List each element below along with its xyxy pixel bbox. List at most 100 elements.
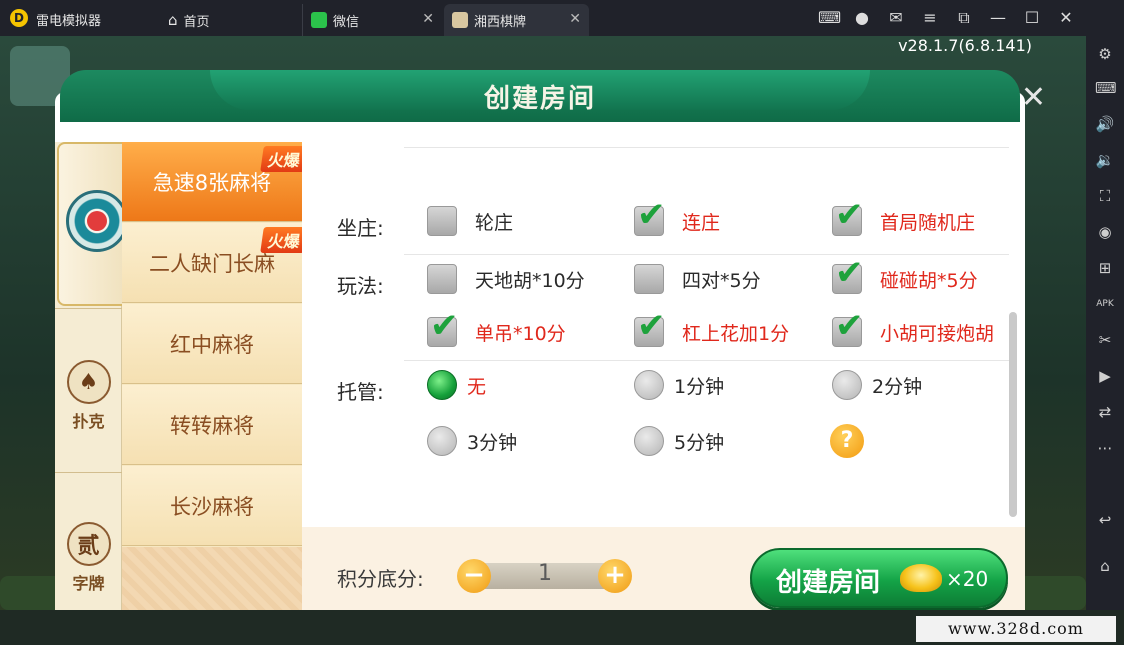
option-auto-2min[interactable]: 2分钟 (832, 370, 922, 400)
score-label: 积分底分: (337, 567, 424, 591)
category-poker[interactable]: ♠ 扑克 (55, 360, 122, 432)
create-room-button-label: 创建房间 (776, 568, 881, 598)
keyboard-icon[interactable]: ⌨ (1095, 78, 1117, 98)
more-icon[interactable]: ⋯ (1095, 438, 1115, 458)
checkbox[interactable] (427, 264, 457, 294)
category-zipai[interactable]: 贰 字牌 (55, 522, 122, 594)
record-icon[interactable]: ◉ (1095, 222, 1115, 242)
game-item-jisu8[interactable]: 急速8张麻将 火爆 (122, 142, 308, 222)
option-gangshanghua[interactable]: 杠上花加1分 (634, 306, 789, 347)
score-value: 1 (538, 561, 552, 586)
volume-down-icon[interactable]: 🔉 (1095, 150, 1115, 170)
checkbox[interactable] (427, 206, 457, 236)
option-auto-1min[interactable]: 1分钟 (634, 370, 724, 400)
tab-wechat[interactable]: 微信 ✕ (302, 4, 442, 36)
hot-badge: 火爆 (260, 146, 308, 172)
tile-character-icon: 贰 (66, 522, 111, 566)
create-room-button[interactable]: 创建房间 ×20 (750, 548, 1008, 608)
radio-selected[interactable] (427, 370, 457, 400)
game-item-zhuanzhuan[interactable]: 转转麻将 (122, 385, 302, 465)
close-window-icon[interactable]: ✕ (1056, 8, 1076, 28)
home-nav-icon[interactable]: ⌂ (1095, 556, 1115, 576)
video-icon[interactable]: ▶ (1095, 366, 1115, 386)
home-icon: ⌂ (168, 11, 178, 29)
option-sidui[interactable]: 四对*5分 (634, 264, 761, 294)
question-icon[interactable]: ? (830, 424, 864, 458)
user-icon[interactable]: ● (852, 8, 872, 28)
volume-up-icon[interactable]: 🔊 (1095, 114, 1115, 134)
dialog-title: 创建房间 (483, 84, 596, 114)
add-app-icon[interactable]: ⊞ (1095, 258, 1115, 278)
option-pengpenghu[interactable]: 碰碰胡*5分 (832, 253, 978, 294)
emulator-app-title: 雷电模拟器 (36, 14, 102, 29)
settings-icon[interactable]: ⚙ (1095, 44, 1115, 64)
back-icon[interactable]: ↩ (1095, 510, 1115, 530)
radio[interactable] (832, 370, 862, 400)
category-poker-label: 扑克 (72, 412, 105, 431)
score-stepper[interactable]: 1 − + (457, 559, 632, 593)
minimize-icon[interactable]: — (988, 8, 1008, 28)
auto-label: 托管: (337, 380, 384, 404)
pin-icon[interactable]: ⧉ (954, 8, 974, 28)
sync-icon[interactable]: ⇄ (1095, 402, 1115, 422)
game-viewport: v28.1.7(6.8.141) 创建房间 ✕ ♠ 扑克 贰 字牌 急速8张麻将… (0, 36, 1086, 610)
gamepad-icon[interactable]: ⌨ (818, 8, 841, 28)
maximize-icon[interactable]: ☐ (1022, 8, 1042, 28)
emulator-logo-icon: D (10, 9, 28, 27)
checkbox-checked[interactable] (832, 306, 864, 347)
option-shouju[interactable]: 首局随机庄 (832, 195, 975, 236)
option-auto-5min[interactable]: 5分钟 (634, 426, 724, 456)
gold-ingot-icon (900, 564, 942, 592)
radio[interactable] (427, 426, 457, 456)
menu-icon[interactable]: ≡ (920, 8, 940, 28)
emulator-titlebar: D 雷电模拟器 ⌂ 首页 微信 ✕ 湘西棋牌 ✕ ⌨ ● ✉ ≡ ⧉ — ☐ ✕… (0, 0, 1124, 36)
checkbox-checked[interactable] (832, 195, 864, 236)
options-panel: 坐庄: 轮庄 连庄 首局随机庄 玩法: 天地胡*10分 四对*5分 (302, 142, 1025, 527)
option-auto-none[interactable]: 无 (427, 370, 486, 400)
game-item-erren[interactable]: 二人缺门长麻 火爆 (122, 223, 308, 303)
checkbox-checked[interactable] (634, 195, 666, 236)
option-dandiao[interactable]: 单吊*10分 (427, 306, 566, 347)
game-item-label: 红中麻将 (170, 332, 254, 357)
watermark: www.328d.com (916, 616, 1116, 642)
spade-icon: ♠ (66, 360, 111, 404)
tab-game[interactable]: 湘西棋牌 ✕ (444, 4, 589, 36)
fullscreen-icon[interactable]: ⛶ (1095, 186, 1115, 206)
option-tiandihu[interactable]: 天地胡*10分 (427, 264, 585, 294)
hot-badge: 火爆 (260, 227, 308, 253)
game-item-hongzhong[interactable]: 红中麻将 (122, 304, 302, 384)
game-list: 急速8张麻将 火爆 二人缺门长麻 火爆 红中麻将 转转麻将 长沙麻将 (122, 142, 308, 610)
radio[interactable] (634, 426, 664, 456)
tab-game-label: 湘西棋牌 (474, 14, 527, 30)
options-scrollbar[interactable] (1009, 312, 1017, 517)
tab-close-icon[interactable]: ✕ (422, 11, 434, 27)
option-lianzhuang[interactable]: 连庄 (634, 195, 720, 236)
dialog-footer: 积分底分: 1 − + 创建房间 ×20 (302, 527, 1025, 610)
checkbox-checked[interactable] (832, 253, 864, 294)
mail-icon[interactable]: ✉ (886, 8, 906, 28)
game-item-label: 转转麻将 (170, 413, 254, 438)
game-item-changsha[interactable]: 长沙麻将 (122, 466, 302, 546)
radio[interactable] (634, 370, 664, 400)
option-auto-3min[interactable]: 3分钟 (427, 426, 517, 456)
help-button[interactable]: ? (830, 424, 864, 458)
option-lunzhuang[interactable]: 轮庄 (427, 206, 513, 236)
checkbox-checked[interactable] (427, 306, 459, 347)
apk-icon[interactable]: APK (1095, 294, 1115, 314)
tab-close-icon[interactable]: ✕ (569, 11, 581, 27)
scissors-icon[interactable]: ✂ (1095, 330, 1115, 350)
category-zipai-label: 字牌 (72, 574, 105, 593)
checkbox[interactable] (634, 264, 664, 294)
close-dialog-button[interactable]: ✕ (1021, 80, 1046, 115)
game-item-label: 二人缺门长麻 (149, 251, 275, 276)
increase-button[interactable]: + (598, 559, 632, 593)
game-app-icon (452, 12, 468, 28)
decrease-button[interactable]: − (457, 559, 491, 593)
game-item-label: 急速8张麻将 (152, 170, 272, 195)
checkbox-checked[interactable] (634, 306, 666, 347)
create-room-dialog: 创建房间 ✕ ♠ 扑克 贰 字牌 急速8张麻将 火爆 二人缺门长麻 火爆 红中麻… (55, 70, 1046, 610)
wechat-icon (311, 12, 327, 28)
tab-home[interactable]: ⌂ 首页 (160, 4, 300, 36)
option-xiaohu[interactable]: 小胡可接炮胡 (832, 306, 994, 347)
tab-wechat-label: 微信 (333, 14, 360, 30)
